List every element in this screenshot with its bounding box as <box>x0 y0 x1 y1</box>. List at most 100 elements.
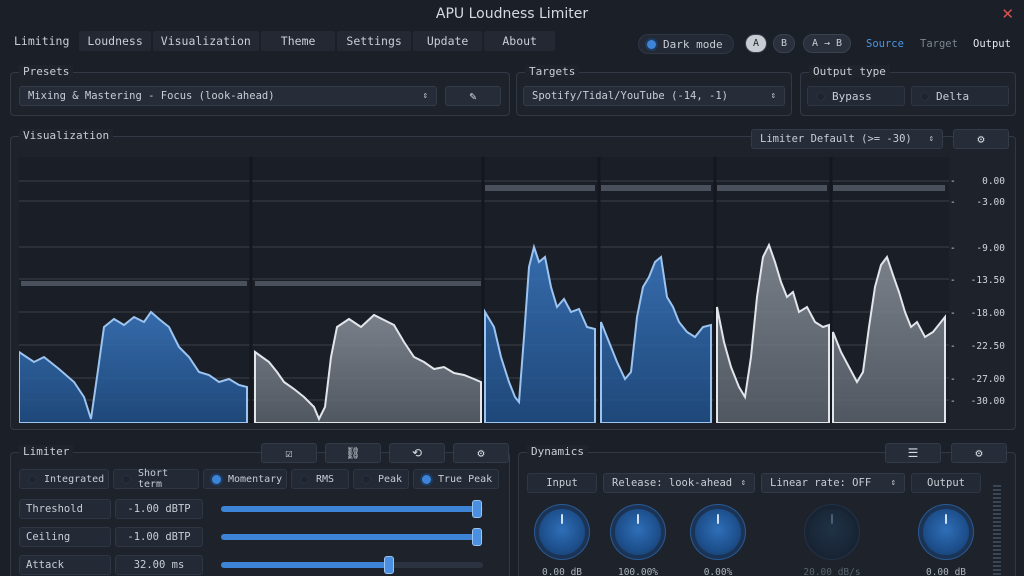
dark-mode-radio-icon <box>647 39 656 49</box>
svg-text:-: - <box>950 197 956 208</box>
monitor-output[interactable]: Output <box>973 38 1011 50</box>
mode-true-peak[interactable]: True Peak <box>413 469 499 489</box>
limiter-panel: Limiter ☑ ⛓ ⟲ ⚙ Integrated Short term Mo… <box>10 443 510 576</box>
param-row-threshold: Threshold -1.00 dBTP <box>19 499 503 519</box>
slider-fill <box>221 506 481 512</box>
unlink-icon: ⛓ <box>345 446 361 460</box>
release-value: Release: look-ahead <box>612 477 733 489</box>
slider-thumb[interactable] <box>384 556 394 574</box>
mode-label: Momentary <box>228 473 283 485</box>
mode-peak[interactable]: Peak <box>353 469 409 489</box>
mode-integrated[interactable]: Integrated <box>19 469 109 489</box>
ab-copy-button[interactable]: A → B <box>803 34 851 53</box>
presets-value: Mixing & Mastering - Focus (look-ahead) <box>28 90 275 102</box>
output-gain-knob[interactable] <box>923 509 969 555</box>
threshold-slider[interactable] <box>221 500 483 518</box>
gear-icon: ⚙ <box>975 446 983 460</box>
tab-about[interactable]: About <box>484 31 555 51</box>
ab-b-button[interactable]: B <box>773 34 795 53</box>
ratio-knob[interactable] <box>615 509 661 555</box>
output-type-label: Output type <box>809 65 890 78</box>
gear-icon: ⚙ <box>477 446 485 460</box>
dynamics-output-label: Output <box>911 473 981 493</box>
pencil-icon: ✎ <box>469 89 477 103</box>
visualization-label: Visualization <box>19 129 114 142</box>
ceiling-slider[interactable] <box>221 528 483 546</box>
slider-fill <box>221 562 392 568</box>
output-type-panel: Output type Bypass Delta <box>800 65 1016 116</box>
radio-icon <box>212 474 221 484</box>
main-tabs: Limiting Loudness Visualization Theme Se… <box>6 31 555 51</box>
release-select[interactable]: Release: look-ahead ⇕ <box>603 473 755 493</box>
bypass-option[interactable]: Bypass <box>807 86 905 106</box>
param-name: Attack <box>19 555 111 575</box>
limiter-mode-row: Integrated Short term Momentary RMS Peak… <box>19 468 499 490</box>
visualization-mode-select[interactable]: Limiter Default (>= -30) ⇕ <box>751 129 943 149</box>
slider-thumb[interactable] <box>472 500 482 518</box>
targets-value: Spotify/Tidal/YouTube (-14, -1) <box>532 90 728 102</box>
visualization-settings-button[interactable]: ⚙ <box>953 129 1009 149</box>
scale-label: -22.50 <box>971 341 1006 352</box>
bypass-label: Bypass <box>832 89 872 103</box>
param-value[interactable]: -1.00 dBTP <box>115 527 203 547</box>
mix-knob[interactable] <box>695 509 741 555</box>
delta-label: Delta <box>936 89 970 103</box>
targets-select[interactable]: Spotify/Tidal/YouTube (-14, -1) ⇕ <box>523 86 785 106</box>
dynamics-panel: Dynamics ☰ ⚙ Input Release: look-ahead ⇕… <box>518 443 1016 576</box>
updown-icon: ⇕ <box>770 91 776 101</box>
scale-label: -13.50 <box>971 275 1006 286</box>
param-value[interactable]: 32.00 ms <box>115 555 203 575</box>
knob-value: 0.00% <box>703 567 733 576</box>
knob-value: 0.00 dB <box>541 567 583 576</box>
limiter-unlink-button[interactable]: ⛓ <box>325 443 381 463</box>
attack-slider[interactable] <box>221 556 483 574</box>
relink-icon: ⟲ <box>411 446 423 460</box>
delta-option[interactable]: Delta <box>911 86 1009 106</box>
param-name: Ceiling <box>19 527 111 547</box>
close-icon[interactable]: ✕ <box>1001 5 1014 23</box>
monitor-target[interactable]: Target <box>920 38 958 50</box>
param-row-ceiling: Ceiling -1.00 dBTP <box>19 527 503 547</box>
svg-text:-: - <box>950 176 956 187</box>
linear-rate-select[interactable]: Linear rate: OFF ⇕ <box>761 473 905 493</box>
mode-label: Peak <box>378 473 403 485</box>
updown-icon: ⇕ <box>928 134 934 144</box>
limiter-settings-button[interactable]: ⚙ <box>453 443 509 463</box>
presets-select[interactable]: Mixing & Mastering - Focus (look-ahead) … <box>19 86 437 106</box>
radio-icon <box>422 474 431 484</box>
tab-loudness[interactable]: Loudness <box>79 31 151 51</box>
bypass-radio-icon <box>816 91 825 101</box>
tab-theme[interactable]: Theme <box>260 31 336 51</box>
tab-update[interactable]: Update <box>412 31 483 51</box>
window-title: APU Loudness Limiter <box>435 6 589 22</box>
param-value[interactable]: -1.00 dBTP <box>115 499 203 519</box>
tab-settings[interactable]: Settings <box>337 31 411 51</box>
graph-scale-labels: 0.00 -3.00 -9.00 -13.50 -18.00 -22.50 -2… <box>971 176 1006 407</box>
linear-rate-knob[interactable] <box>809 509 855 555</box>
tab-limiting[interactable]: Limiting <box>6 31 78 51</box>
dynamics-settings-button[interactable]: ⚙ <box>951 443 1007 463</box>
limiter-enable-button[interactable]: ☑ <box>261 443 317 463</box>
ab-a-button[interactable]: A <box>745 34 767 53</box>
delta-radio-icon <box>920 91 929 101</box>
mode-momentary[interactable]: Momentary <box>203 469 287 489</box>
radio-icon <box>362 474 371 484</box>
slider-thumb[interactable] <box>472 528 482 546</box>
presets-label: Presets <box>19 65 74 78</box>
linear-rate-value: Linear rate: OFF <box>770 477 872 489</box>
targets-label: Targets <box>525 65 580 78</box>
monitor-source[interactable]: Source <box>866 38 904 50</box>
dynamics-eq-button[interactable]: ☰ <box>885 443 941 463</box>
input-gain-knob[interactable] <box>539 509 585 555</box>
mode-rms[interactable]: RMS <box>291 469 349 489</box>
mode-short-term[interactable]: Short term <box>113 468 199 490</box>
mode-label: True Peak <box>438 473 493 485</box>
radio-icon <box>122 474 131 484</box>
param-name: Threshold <box>19 499 111 519</box>
limiter-relink-button[interactable]: ⟲ <box>389 443 445 463</box>
tab-visualization[interactable]: Visualization <box>152 31 259 51</box>
dark-mode-toggle[interactable]: Dark mode <box>638 34 734 54</box>
presets-panel: Presets Mixing & Mastering - Focus (look… <box>10 65 510 116</box>
edit-preset-button[interactable]: ✎ <box>445 86 501 106</box>
scale-label: -9.00 <box>976 243 1005 254</box>
